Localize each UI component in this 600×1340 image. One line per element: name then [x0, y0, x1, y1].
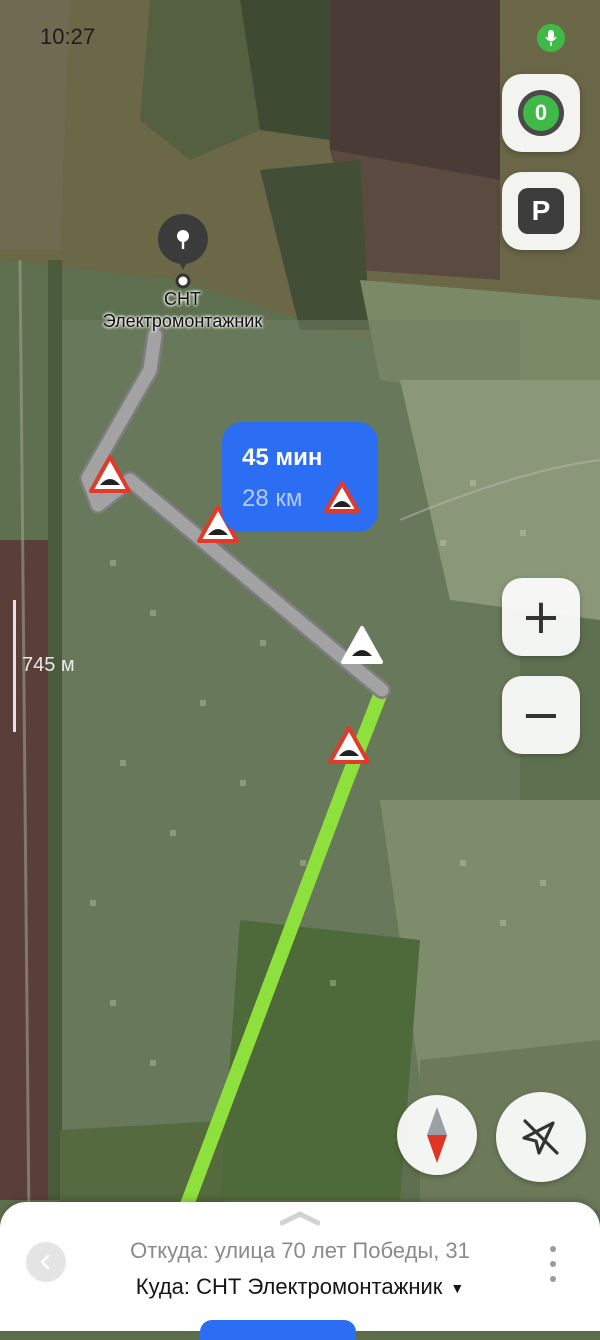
mic-icon[interactable]	[537, 24, 565, 52]
score-button[interactable]: 0	[502, 74, 580, 152]
zoom-out-icon: −	[520, 687, 562, 743]
route-bubble[interactable]: 45 мин 28 км	[222, 422, 378, 532]
speed-bump-icon	[324, 481, 360, 513]
route-distance: 28 км	[242, 485, 303, 512]
bottom-sheet[interactable]: Откуда: улица 70 лет Победы, 31 Куда: СН…	[0, 1202, 600, 1340]
zoom-out-button[interactable]: −	[502, 676, 580, 754]
route-to[interactable]: Куда: СНТ Электромонтажник ▼	[0, 1274, 600, 1300]
score-value: 0	[523, 95, 559, 131]
route-from[interactable]: Откуда: улица 70 лет Победы, 31	[0, 1238, 600, 1264]
destination-label-line-2: Электромонтажник	[102, 311, 263, 331]
follow-off-icon	[522, 1119, 559, 1155]
compass-icon	[427, 1107, 447, 1163]
destination-label[interactable]: СНТ Электромонтажник	[40, 288, 325, 332]
compass-button[interactable]	[397, 1095, 477, 1175]
scale-label: 745 м	[22, 654, 75, 676]
more-dot	[550, 1276, 556, 1282]
score-icon: 0	[518, 90, 564, 136]
status-time: 10:27	[40, 24, 96, 49]
dropdown-arrow-icon[interactable]: ▼	[450, 1280, 464, 1296]
chevron-up-icon[interactable]	[280, 1210, 320, 1226]
zoom-in-icon: +	[520, 589, 562, 645]
parking-icon: P	[518, 188, 564, 234]
scale-bar	[13, 600, 16, 732]
destination-label-line-1: СНТ	[164, 289, 201, 309]
route-duration: 45 мин	[242, 444, 323, 471]
zoom-in-button[interactable]: +	[502, 578, 580, 656]
follow-location-button[interactable]	[496, 1092, 586, 1182]
start-route-button[interactable]	[200, 1320, 356, 1340]
parking-button[interactable]: P	[502, 172, 580, 250]
more-dot	[550, 1246, 556, 1252]
route-to-label: Куда: СНТ Электромонтажник	[135, 1274, 443, 1299]
more-icon[interactable]	[548, 1246, 558, 1282]
more-dot	[550, 1261, 556, 1267]
